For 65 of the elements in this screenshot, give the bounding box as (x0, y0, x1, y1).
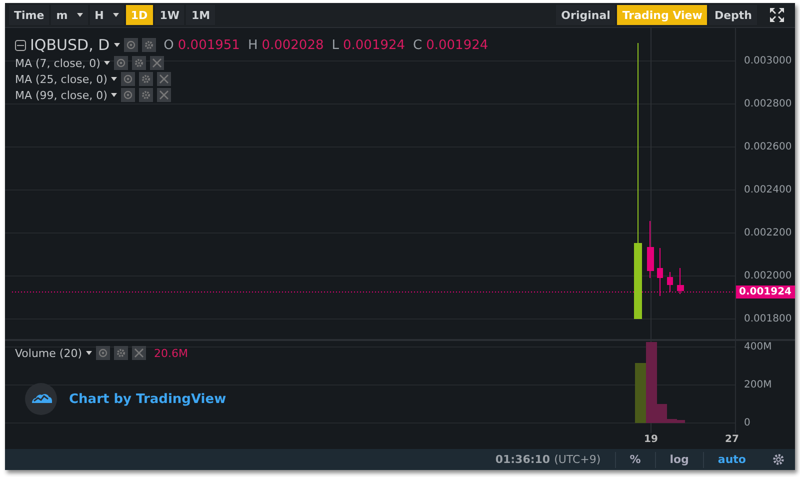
timezone-label: (UTC+9) (554, 453, 601, 466)
volume-bar (635, 363, 646, 423)
indicator-label: Volume (20) (15, 346, 82, 360)
settings-icon[interactable] (139, 88, 154, 102)
indicator-label: MA (7, close, 0) (15, 56, 100, 70)
collapse-icon[interactable] (15, 40, 26, 50)
current-price-tag: 0.001924 (736, 286, 795, 298)
caret-icon[interactable] (104, 61, 110, 65)
view-tab[interactable]: Original (556, 5, 616, 25)
scale-button[interactable]: log (654, 452, 703, 468)
candle (647, 220, 654, 278)
volume-axis-label: 400M (744, 342, 772, 352)
volume-value: 20.6M (154, 346, 188, 360)
caret-icon[interactable] (86, 351, 92, 355)
volume-axis-label: 0 (744, 418, 750, 428)
branding-link[interactable]: Chart by TradingView (69, 392, 226, 406)
close-icon[interactable] (157, 72, 172, 86)
close-icon[interactable] (150, 56, 164, 70)
caret-icon[interactable] (114, 43, 120, 47)
settings-icon[interactable] (139, 72, 154, 86)
eye-icon[interactable] (124, 38, 138, 52)
settings-icon[interactable] (142, 38, 156, 52)
price-label: 0.002600 (744, 142, 792, 152)
ohlc-label: O (164, 38, 174, 52)
candle (657, 248, 663, 296)
price-label: 0.001800 (744, 314, 792, 324)
interval-tab[interactable]: m (51, 5, 88, 25)
close-icon[interactable] (132, 346, 146, 360)
ohlc-value: 0.001924 (343, 38, 406, 52)
interval-tab[interactable]: 1W (154, 5, 184, 25)
settings-icon[interactable] (132, 56, 146, 70)
symbol-label: IQBUSD, D (30, 36, 110, 54)
ohlc-label: H (248, 38, 258, 52)
caret-icon[interactable] (111, 93, 118, 97)
ohlc-value: 0.001924 (426, 38, 488, 52)
price-label: 0.002200 (744, 228, 792, 238)
scale-button[interactable]: auto (702, 452, 760, 468)
interval-tab[interactable]: Time (9, 5, 50, 25)
ohlc-label: C (413, 38, 422, 52)
date-label: 27 (725, 434, 739, 445)
eye-icon[interactable] (121, 88, 136, 102)
clock-time: 01:36:10 (495, 453, 550, 466)
caret-icon[interactable] (111, 77, 118, 81)
price-label: 0.002000 (744, 270, 792, 282)
price-label: 0.002400 (744, 184, 792, 196)
eye-icon[interactable] (121, 72, 136, 86)
settings-icon[interactable] (772, 453, 785, 466)
indicator-label: MA (99, close, 0) (15, 88, 108, 102)
fullscreen-icon[interactable] (769, 7, 785, 23)
close-icon[interactable] (157, 88, 172, 102)
ohlc-label: L (332, 38, 339, 52)
ohlc-value: 0.002028 (262, 38, 324, 52)
interval-tab[interactable]: 1M (186, 5, 216, 25)
interval-tab[interactable]: H (90, 5, 124, 25)
eye-icon[interactable] (114, 56, 128, 70)
scale-button[interactable]: % (614, 452, 655, 468)
ohlc-value: 0.001951 (178, 38, 240, 52)
volume-axis-label: 200M (744, 380, 772, 390)
candle (677, 268, 684, 294)
indicator-label: MA (25, close, 0) (15, 72, 108, 86)
candle (667, 272, 673, 292)
price-label: 0.003000 (744, 56, 792, 66)
price-label: 0.002800 (744, 98, 792, 110)
date-label: 19 (644, 434, 658, 445)
view-tab[interactable]: Depth (709, 5, 757, 25)
